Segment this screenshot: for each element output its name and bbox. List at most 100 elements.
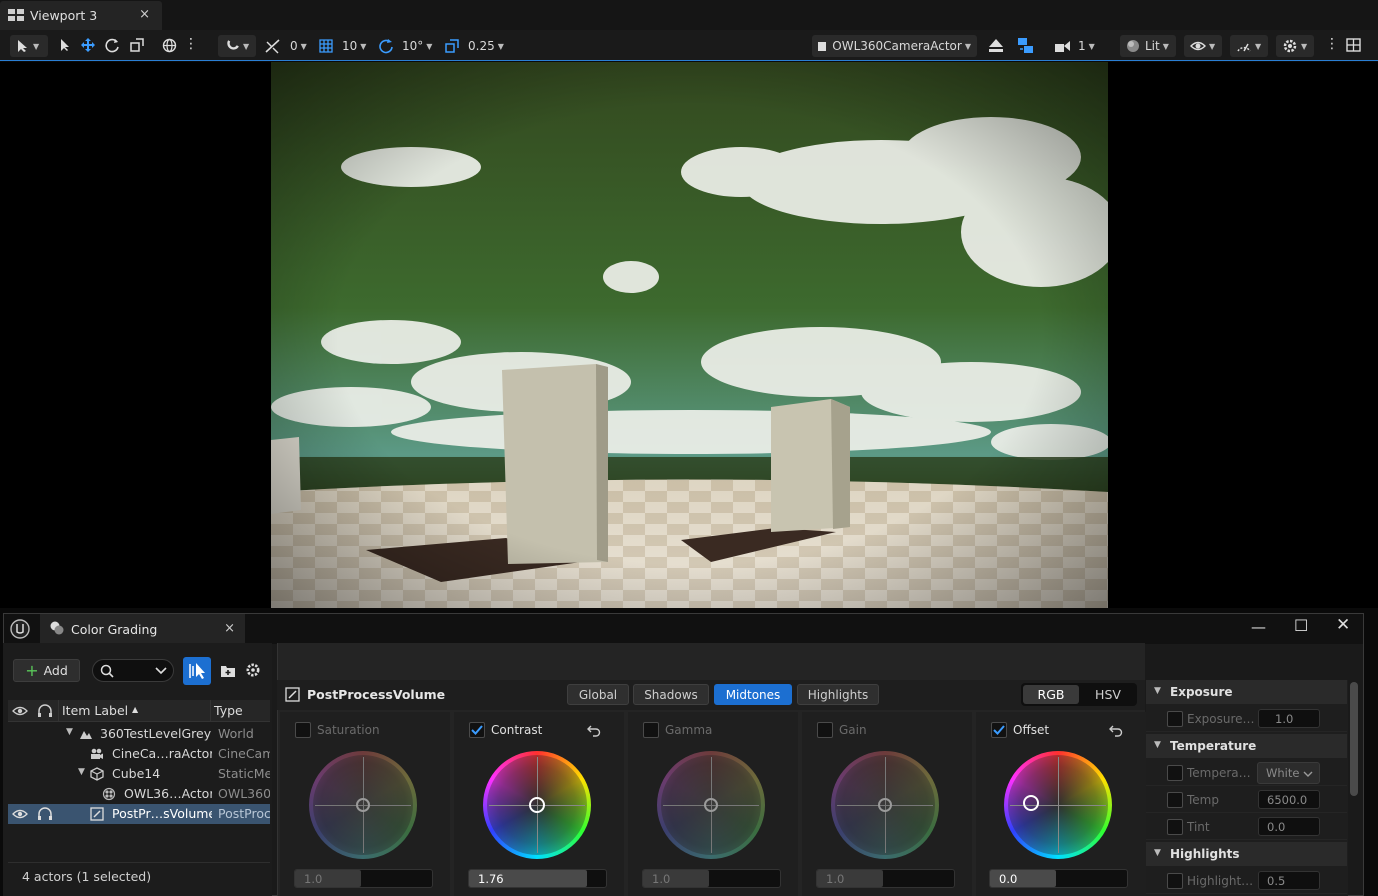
color-grading-tab[interactable]: Color Grading × [40,614,245,644]
offset-value-field[interactable]: 0.0 [989,869,1128,888]
gamma-color-wheel[interactable] [657,751,765,859]
show-flags-dropdown[interactable]: ▼ [1184,35,1222,57]
mode-rgb[interactable]: RGB [1023,685,1079,704]
rotate-icon[interactable] [105,38,120,53]
select-mode-button[interactable]: ▼ [10,35,48,57]
scale-snap-icon [445,39,459,53]
scale-snap-dropdown[interactable]: 0.25 ▼ [444,35,504,57]
layout-icon[interactable] [1346,38,1361,52]
outliner-row-owl360[interactable]: OWL36…Actor OWL360C [8,784,270,804]
select-arrow-icon[interactable] [58,38,72,52]
rotate-snap-dropdown[interactable]: 10° ▼ [378,35,432,57]
pick-actor-button[interactable] [183,657,211,685]
gamma-value-field[interactable]: 1.0 [642,869,781,888]
camera-name: OWL360CameraActor [832,39,962,53]
contrast-value-field[interactable]: 1.76 [468,869,607,888]
tint-value[interactable]: 0.0 [1258,817,1320,836]
close-icon[interactable]: × [224,621,235,636]
outliner-row-world[interactable]: ▼ 360TestLevelGreyb World [8,724,270,744]
magnet-icon [227,40,239,50]
move-icon[interactable] [80,37,96,53]
type-header[interactable]: Type [214,703,243,718]
grid-snap-dropdown[interactable]: 10 ▼ [318,35,366,57]
exposure-value[interactable]: 1.0 [1258,709,1320,728]
temperature-type-dropdown[interactable]: White [1257,762,1320,784]
highlights-section-header[interactable]: ▼ Highlights [1146,842,1347,866]
contrast-checkbox[interactable] [469,722,485,738]
contrast-value: 1.76 [478,872,504,886]
item-label-header[interactable]: Item Label [62,703,128,718]
gear-icon[interactable] [245,662,261,678]
settings-dropdown[interactable]: ▼ [1276,35,1314,57]
wheel-handle[interactable] [704,798,718,812]
eject-icon[interactable] [988,38,1004,53]
pilot-actor-icon[interactable] [1017,37,1034,54]
surface-snap-button[interactable]: ▼ [218,35,256,57]
wheel-handle[interactable] [1023,795,1039,811]
scale-icon[interactable] [130,38,144,52]
reset-icon[interactable] [587,724,601,737]
mode-hsv[interactable]: HSV [1081,685,1135,704]
camera-speed-dropdown[interactable]: 1 ▼ [1054,35,1095,57]
world-space-icon[interactable] [162,38,177,53]
eye-icon[interactable] [12,808,28,820]
expand-arrow-icon[interactable]: ▼ [66,727,73,737]
lit-sphere-icon [1127,40,1139,52]
offset-checkbox[interactable] [991,722,1007,738]
gain-value-field[interactable]: 1.0 [816,869,955,888]
details-scrollbar[interactable] [1350,682,1358,796]
wheel-handle[interactable] [529,797,545,813]
view-mode-dropdown[interactable]: Lit ▼ [1120,35,1176,57]
performance-dropdown[interactable]: ▼ [1230,35,1268,57]
add-button[interactable]: + Add [13,659,80,682]
eye-icon[interactable] [12,705,28,717]
tint-checkbox[interactable] [1167,819,1183,835]
saturation-checkbox[interactable] [295,722,311,738]
expand-arrow-icon[interactable]: ▼ [78,767,85,777]
tab-highlights[interactable]: Highlights [797,684,879,705]
exposure-checkbox[interactable] [1167,711,1183,727]
headphones-icon[interactable] [37,704,53,718]
outliner-row-cinecamera[interactable]: CineCa…raActor CineCam [8,744,270,764]
close-icon[interactable]: × [139,7,150,22]
view-mode-label: Lit [1145,39,1160,53]
translate-snap-dropdown[interactable]: 0 ▼ [264,35,307,57]
gain-checkbox[interactable] [817,722,833,738]
maximize-icon[interactable]: ☐ [1294,616,1308,635]
minimize-icon[interactable]: — [1251,618,1266,636]
temperature-type-checkbox[interactable] [1167,765,1183,781]
temp-checkbox[interactable] [1167,792,1183,808]
temp-value[interactable]: 6500.0 [1258,790,1320,809]
wheel-handle[interactable] [878,798,892,812]
gain-color-wheel[interactable] [831,751,939,859]
tab-shadows[interactable]: Shadows [633,684,709,705]
exposure-section-header[interactable]: ▼ Exposure [1146,680,1347,704]
chevron-down-icon [1303,771,1313,777]
tab-global[interactable]: Global [567,684,629,705]
more-options-icon[interactable]: ⋮ [184,36,198,52]
outliner-row-postprocess-selected[interactable]: PostPr…sVolume PostProc [8,804,270,824]
viewport-options-icon[interactable]: ⋮ [1325,36,1339,52]
scene-render[interactable] [271,62,1108,608]
tab-midtones[interactable]: Midtones [714,684,792,705]
contrast-color-wheel[interactable] [483,751,591,859]
gamma-checkbox[interactable] [643,722,659,738]
highlights-checkbox[interactable] [1167,873,1183,889]
wheel-handle[interactable] [356,798,370,812]
viewport-area[interactable] [0,62,1378,608]
temperature-type-row: Tempera… White [1146,760,1347,786]
saturation-value-field[interactable]: 1.0 [294,869,433,888]
viewport-tab[interactable]: Viewport 3 × [0,1,162,30]
saturation-color-wheel[interactable] [309,751,417,859]
outliner-search-input[interactable] [92,659,174,682]
offset-color-wheel[interactable] [1004,751,1112,859]
outliner-row-cube[interactable]: ▼ Cube14 StaticMes [8,764,270,784]
reset-icon[interactable] [1109,724,1123,737]
highlights-value[interactable]: 0.5 [1258,871,1320,890]
new-folder-icon[interactable] [220,663,236,678]
camera-dropdown[interactable]: OWL360CameraActor ▼ [812,35,977,57]
close-window-icon[interactable]: ✕ [1336,615,1350,635]
temperature-section-header[interactable]: ▼ Temperature [1146,734,1347,758]
collapse-arrow-icon: ▼ [1154,740,1161,750]
headphones-icon[interactable] [37,807,53,821]
